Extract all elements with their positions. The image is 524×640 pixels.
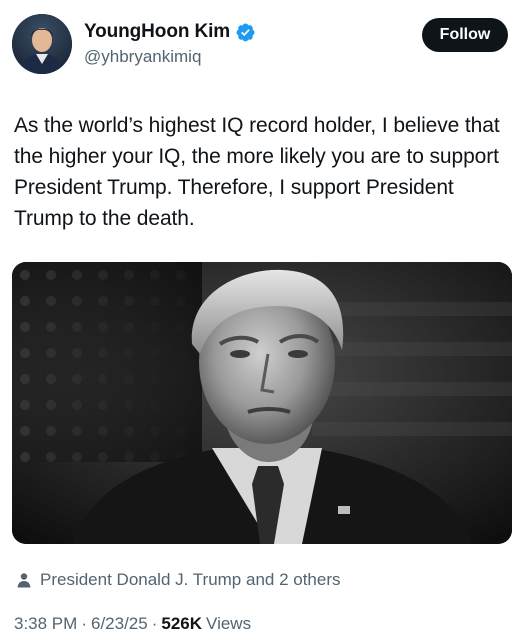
follow-button[interactable]: Follow: [422, 18, 508, 52]
name-row: YoungHoon Kim: [84, 20, 256, 44]
tweet-header: YoungHoon Kim @yhbryankimiq Follow: [12, 14, 508, 76]
tweet-meta: 3:38 PM · 6/23/25 · 526K Views: [14, 614, 251, 634]
tweet-card: YoungHoon Kim @yhbryankimiq Follow As th…: [0, 0, 524, 640]
tweet-photo[interactable]: [12, 262, 512, 544]
person-icon: [16, 572, 32, 588]
author-handle[interactable]: @yhbryankimiq: [84, 47, 256, 67]
author-block: YoungHoon Kim @yhbryankimiq: [84, 20, 256, 67]
tweet-time[interactable]: 3:38 PM: [14, 614, 77, 634]
verified-badge-icon: [235, 22, 256, 43]
avatar-image: [12, 14, 72, 74]
tweet-date[interactable]: 6/23/25: [91, 614, 148, 634]
tagged-people-text: President Donald J. Trump and 2 others: [40, 570, 341, 589]
avatar[interactable]: [12, 14, 72, 74]
meta-separator: ·: [81, 614, 87, 633]
views-count[interactable]: 526K: [161, 614, 202, 634]
tagged-people[interactable]: President Donald J. Trump and 2 others: [16, 570, 341, 590]
display-name[interactable]: YoungHoon Kim: [84, 21, 230, 43]
views-label: Views: [206, 614, 252, 633]
photo-image: [12, 262, 512, 544]
meta-separator: ·: [151, 614, 158, 633]
tweet-text: As the world’s highest IQ record holder,…: [14, 114, 500, 230]
